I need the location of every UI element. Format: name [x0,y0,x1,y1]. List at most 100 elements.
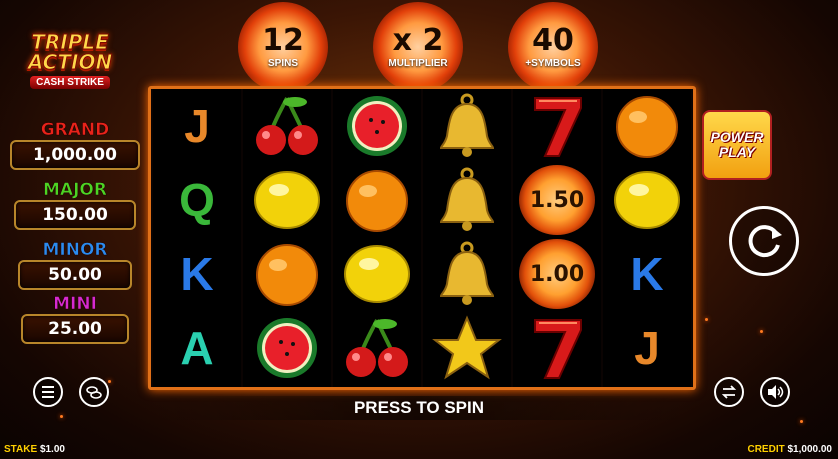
reel-cell [243,237,331,311]
sound-icon [768,385,784,399]
credit-label: CREDIT [747,444,785,455]
bell-icon [439,93,495,157]
coins-icon [86,386,102,399]
orange-icon [616,96,678,158]
reel-cell: 1.00 [513,237,601,311]
credit-value: $1,000.00 [787,444,833,455]
cherry-icon [256,97,318,155]
letter-j-symbol: J [634,322,660,374]
symbols-label: +SYMBOLS [525,58,581,69]
reel-cell [423,89,511,163]
reel-cell: K [603,237,691,311]
cash-fireball: 1.50 [519,165,595,235]
reel-6: K J [603,89,691,387]
reel-cell: K [153,237,241,311]
spin-button[interactable] [729,206,799,276]
stake-display: STAKE $1.00 [4,444,65,455]
seven-icon [534,97,582,157]
multiplier-label: MULTIPLIER [388,58,448,69]
spins-label: SPINS [267,58,298,69]
jackpot-major: MAJOR 150.00 [8,180,142,230]
reel-cell [423,163,511,237]
jackpot-value: 150.00 [14,200,136,230]
power-play-line-1: POWER [710,129,764,145]
reel-cell [603,163,691,237]
reel-cell: Q [153,163,241,237]
jackpot-name: MAJOR [43,180,108,200]
jackpot-value: 1,000.00 [10,140,140,170]
logo-line-3: CASH STRIKE [30,76,110,89]
logo-line-1: TRIPLE [31,30,110,54]
reel-cell: A [153,311,241,385]
logo-line-2: ACTION [27,50,113,74]
watermelon-icon [257,318,317,378]
star-icon [432,315,502,380]
lemon-icon [344,245,410,303]
press-to-spin-label: PRESS TO SPIN [150,396,688,420]
reel-cell: 1.50 [513,163,601,237]
reel-4 [423,89,511,387]
reel-frame: J Q K A 1.50 1.00 K J [148,86,696,390]
reel-cell: J [603,311,691,385]
power-play-button[interactable]: POWER PLAY [702,110,772,180]
jackpot-name: GRAND [40,120,110,140]
reel-cell [603,89,691,163]
jackpot-value: 25.00 [21,314,129,344]
seven-icon [534,319,582,379]
ember [108,380,111,383]
letter-k-symbol: K [630,248,664,300]
reel-cell [243,89,331,163]
jackpot-name: MINOR [42,240,108,260]
power-play-line-2: PLAY [718,144,756,160]
credit-display: CREDIT $1,000.00 [747,444,832,455]
autoplay-icon [721,385,737,399]
ember [800,420,803,423]
jackpot-mini: MINI 25.00 [8,294,142,344]
reel-2 [243,89,331,387]
cash-fireball: 1.00 [519,239,595,309]
jackpot-grand: GRAND 1,000.00 [8,120,142,170]
spin-icon [748,225,782,258]
reel-cell [333,163,421,237]
reel-cell [513,311,601,385]
reel-cell [333,89,421,163]
stake-label: STAKE [4,444,38,455]
letter-q-symbol: Q [179,174,215,226]
ember [705,318,708,321]
watermelon-icon [347,96,407,156]
lemon-icon [614,171,680,229]
reel-cell [333,311,421,385]
ember [60,415,63,418]
sound-button[interactable] [760,377,790,407]
symbols-orb: 40 +SYMBOLS [508,2,598,92]
reel-cell: J [153,89,241,163]
jackpot-name: MINI [53,294,97,314]
reel-3 [333,89,421,387]
jackpot-minor: MINOR 50.00 [8,240,142,290]
reel-cell [243,311,331,385]
symbols-value: 40 [532,23,574,58]
bell-icon [439,241,495,305]
bell-icon [439,167,495,231]
reel-cell [423,237,511,311]
reel-1: J Q K A [153,89,241,387]
reel-cell [243,163,331,237]
reel-5: 1.50 1.00 [513,89,601,387]
spins-value: 12 [262,23,304,58]
reel-cell [333,237,421,311]
spins-orb: 12 SPINS [238,2,328,92]
game-logo: TRIPLE ACTION CASH STRIKE [14,32,126,98]
multiplier-orb: x 2 MULTIPLIER [373,2,463,92]
stake-button[interactable] [79,377,109,407]
reel-cell [513,89,601,163]
ember [760,330,763,333]
cherry-icon [346,319,408,377]
reel-cell [423,311,511,385]
menu-icon [42,386,54,398]
autoplay-button[interactable] [714,377,744,407]
jackpot-value: 50.00 [18,260,132,290]
letter-j-symbol: J [184,100,210,152]
orange-icon [346,170,408,232]
menu-button[interactable] [33,377,63,407]
letter-a-symbol: A [180,322,214,374]
